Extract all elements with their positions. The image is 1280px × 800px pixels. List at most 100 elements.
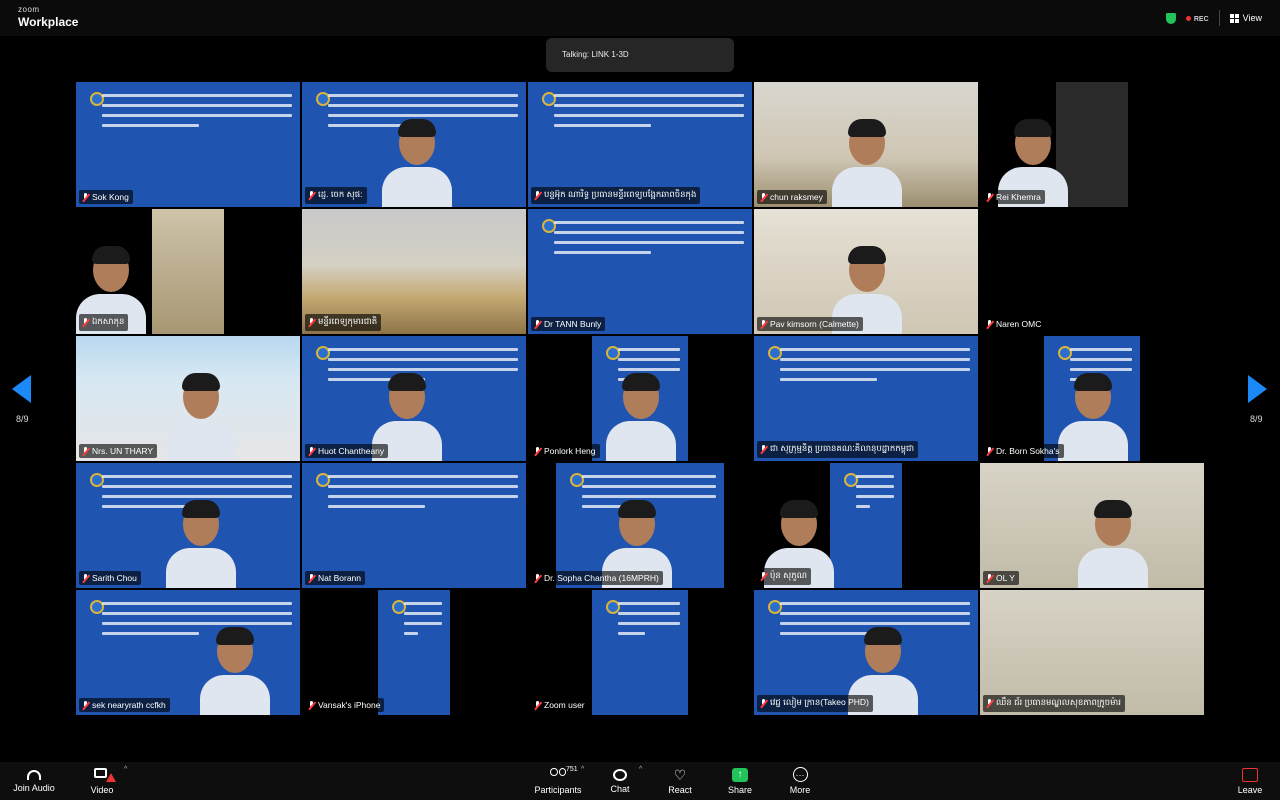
participant-tile[interactable]: Ponlork Heng	[528, 336, 752, 461]
recording-indicator[interactable]: REC	[1185, 13, 1209, 23]
participant-name-label: Dr TANN Bunly	[531, 317, 606, 331]
camera-feed	[152, 209, 224, 334]
slide-text-line	[618, 602, 680, 605]
participant-tile[interactable]: ប៉ុន សុភួណ	[754, 463, 978, 588]
participant-tile[interactable]: OL Y	[980, 463, 1204, 588]
shared-slide-background	[302, 463, 526, 588]
participant-tile[interactable]: ជា សុភ្រុម្មនិត្ត ប្រធានគណៈគិលានុបដ្ឋាកក…	[754, 336, 978, 461]
participant-tile[interactable]: Nrs. UN THARY	[76, 336, 300, 461]
participant-name: មន្ទីរពេទ្យកុមារជាតិ	[318, 316, 378, 326]
participant-tile[interactable]: Sarith Chou	[76, 463, 300, 588]
leave-button[interactable]: Leave	[1232, 762, 1268, 800]
slide-text-line	[618, 612, 680, 615]
join-audio-button[interactable]: Join Audio	[10, 762, 58, 800]
share-screen-icon: ↑	[732, 767, 748, 782]
slide-text-line	[328, 94, 518, 97]
participant-tile[interactable]: Dr. Born Sokha's	[980, 336, 1204, 461]
slide-text-line	[328, 505, 426, 508]
share-button[interactable]: ↑ Share	[722, 762, 758, 800]
slide-text-line	[554, 251, 652, 254]
divider	[1218, 10, 1220, 26]
more-label: More	[789, 785, 811, 795]
muted-mic-icon	[534, 700, 541, 710]
next-page-arrow-icon[interactable]	[1248, 375, 1267, 403]
participant-tile[interactable]: Pav kimsorn (Calmette)	[754, 209, 978, 334]
slide-text-line	[856, 485, 894, 488]
muted-mic-icon	[760, 319, 767, 329]
slide-text-line	[554, 94, 744, 97]
participant-name: chun raksmey	[770, 192, 823, 202]
warning-icon	[106, 772, 116, 782]
participant-tile[interactable]: មន្ទីរពេទ្យកុមារជាតិ	[302, 209, 526, 334]
participant-tile[interactable]: Rei Khemra	[980, 82, 1204, 207]
leave-label: Leave	[1237, 784, 1263, 795]
participant-name: វេជ្ជ លៀម ក្រាន(Takeo PHD)	[770, 697, 869, 707]
previous-page-arrow-icon[interactable]	[12, 375, 31, 403]
participant-name-label: Ponlork Heng	[531, 444, 600, 458]
participant-tile[interactable]: sek nearyrath ccfkh	[76, 590, 300, 715]
muted-mic-icon	[82, 318, 89, 327]
participant-name-label: Sarith Chou	[79, 571, 141, 585]
participants-count: 751	[566, 766, 578, 773]
participant-name: បន្ទអ៊ុក ណារិទ្ធ ប្រធានមន្ទីរពេទ្យបង្អែក…	[544, 189, 697, 199]
participant-tile[interactable]: បន្ទអ៊ុក ណារិទ្ធ ប្រធានមន្ទីរពេទ្យបង្អែក…	[528, 82, 752, 207]
participant-tile[interactable]: Dr TANN Bunly	[528, 209, 752, 334]
slide-text-line	[780, 622, 970, 625]
shared-slide-background	[592, 590, 688, 715]
video-label: Video	[90, 784, 114, 795]
video-button[interactable]: Video	[82, 762, 122, 800]
participant-tile[interactable]: Zoom user	[528, 590, 752, 715]
participant-name-label: Dr. Born Sokha's	[983, 444, 1064, 458]
participant-name: Zoom user	[544, 700, 585, 710]
participant-name-label: Huot Chantheany	[305, 444, 389, 458]
video-options-caret-icon[interactable]: ^	[124, 766, 127, 773]
chat-options-caret-icon[interactable]: ^	[639, 766, 642, 773]
slide-text-line	[102, 114, 292, 117]
participant-name: ឯកសាភុន	[92, 316, 125, 326]
participants-options-caret-icon[interactable]: ^	[581, 766, 584, 773]
muted-mic-icon	[986, 319, 993, 329]
participant-tile[interactable]: chun raksmey	[754, 82, 978, 207]
participant-name: Dr TANN Bunly	[544, 319, 602, 329]
participant-tile[interactable]: Sok Kong	[76, 82, 300, 207]
participant-tile[interactable]: Huot Chantheany	[302, 336, 526, 461]
participant-tile[interactable]: Vansak's iPhone	[302, 590, 526, 715]
participant-name: sek nearyrath ccfkh	[92, 700, 166, 710]
participant-video-silhouette	[832, 119, 902, 207]
participant-tile[interactable]: ដេ្ញ. ចេក សុផ:	[302, 82, 526, 207]
participant-name: Sok Kong	[92, 192, 129, 202]
participant-tile[interactable]: Dr. Sopha Chantha (16MPRH)	[528, 463, 752, 588]
slide-text-line	[554, 241, 744, 244]
participant-tile[interactable]: ឈឹន ជ័រ ប្រធានមណ្ឌលសុខភាពក្រូចម៉ារ	[980, 590, 1204, 715]
more-button[interactable]: ··· More	[782, 762, 818, 800]
join-audio-label: Join Audio	[13, 782, 55, 793]
participant-name: Vansak's iPhone	[318, 700, 381, 710]
muted-mic-icon	[760, 192, 767, 202]
muted-mic-icon	[986, 192, 993, 202]
shared-slide-background	[378, 590, 450, 715]
slide-text-line	[404, 632, 418, 635]
participant-name: ជា សុភ្រុម្មនិត្ត ប្រធានគណៈគិលានុបដ្ឋាកក…	[770, 443, 915, 453]
participant-video-silhouette	[606, 373, 676, 461]
participant-tile[interactable]: ឯកសាភុន	[76, 209, 300, 334]
top-bar: zoom Workplace REC View	[0, 0, 1280, 36]
security-shield-icon[interactable]	[1165, 12, 1176, 24]
muted-mic-icon	[82, 446, 89, 456]
chat-button[interactable]: Chat	[604, 762, 636, 800]
slide-text-line	[554, 104, 744, 107]
participant-tile[interactable]: Naren OMC	[980, 209, 1204, 334]
slide-text-line	[1070, 368, 1132, 371]
slide-text-line	[102, 485, 292, 488]
participant-tile[interactable]: Nat Borann	[302, 463, 526, 588]
participant-name: ដេ្ញ. ចេក សុផ:	[318, 189, 363, 199]
react-button[interactable]: ♡ React	[662, 762, 698, 800]
slide-text-line	[404, 622, 442, 625]
muted-mic-icon	[82, 700, 89, 710]
slide-text-line	[618, 368, 680, 371]
view-button[interactable]: View	[1229, 13, 1262, 23]
participant-tile[interactable]: វេជ្ជ លៀម ក្រាន(Takeo PHD)	[754, 590, 978, 715]
participant-name: Dr. Sopha Chantha (16MPRH)	[544, 573, 659, 583]
participant-video-silhouette	[200, 627, 270, 715]
participant-video-silhouette	[1078, 500, 1148, 588]
grid-view-icon	[1229, 13, 1239, 23]
